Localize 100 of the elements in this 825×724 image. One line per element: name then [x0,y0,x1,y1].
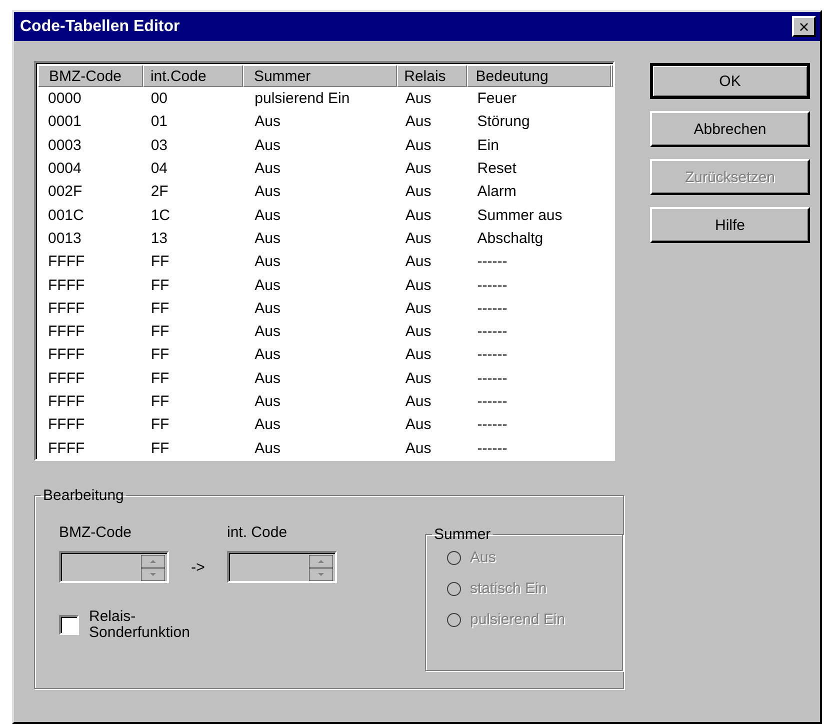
table-cell-text: Aus [254,346,282,364]
table-cell-text: ------ [476,370,508,387]
table-cell-text: 001C [47,206,85,224]
table-cell-text: ------ [476,323,508,340]
table-cell-text: ------ [476,253,508,270]
table-cell-text: Aus [254,113,282,130]
table-cell-text: 0003 [47,136,82,154]
table-cell-text: Aus [404,276,432,294]
table-cell-text: FFFF [47,253,86,270]
close-button[interactable]: × [792,16,816,37]
table-cell-text: Reset [476,160,518,178]
table-cell-text: ------ [476,440,508,457]
table-cell-text: FFFF [47,300,86,317]
table-cell-text: Aus [254,230,282,247]
table-cell-text: ------ [476,276,508,294]
table-cell-text: pulsierend Ein [254,90,351,108]
table-cell-text: FF [150,253,170,270]
table-cell-text: Aus [254,206,282,224]
table-cell-text: Aus [404,136,432,154]
table-cell-text: FFFF [47,276,86,294]
column-header[interactable]: Relais [397,65,467,87]
table-cell-text: 03 [150,136,168,154]
table-cell-text: FFFF [47,323,86,340]
dialog-button[interactable]: Abbrechen [650,111,810,147]
table-cell-text: Aus [404,183,432,200]
table-cell-text: FFFF [47,346,86,364]
table-cell-text: ------ [476,346,508,364]
table-cell-text: Aus [254,183,282,200]
table-cell-text: ------ [476,393,508,410]
table-cell-text: Aus [254,300,282,317]
table-cell-text: FF [150,393,170,410]
table-cell-text: ------ [476,300,508,317]
table-cell-text: Aus [404,370,432,387]
field-label: int. Code [227,524,288,541]
table-cell-text: FFFF [47,370,86,387]
table-cell-text: Aus [404,230,432,247]
column-header[interactable]: Summer [242,65,398,87]
table-cell-text: 0001 [47,113,82,130]
dialog-button[interactable]: OK [650,63,810,99]
table-cell-text: 0013 [47,230,82,247]
table-cell-text: Störung [476,113,531,130]
table-cell-text: FF [150,416,170,434]
table-cell-text: FF [150,440,170,457]
table-cell-text: Aus [254,440,282,457]
radio-icon [446,580,462,596]
table-cell-text: FF [150,276,170,294]
table-cell-text: 04 [150,160,168,178]
table-cell-text: Aus [404,206,432,224]
table-cell-text: 2F [150,183,170,200]
column-header[interactable]: int.Code [143,65,243,87]
column-header[interactable]: BMZ-Code [38,65,144,87]
table-cell-text: Aus [404,253,432,270]
radio-icon [446,612,462,628]
table-cell-text: Aus [254,416,282,434]
table-cell-text: Aus [254,276,282,294]
table-cell-text: Aus [404,440,432,457]
table-cell-text: Feuer [476,90,518,108]
table-cell-text: Aus [404,416,432,434]
table-cell-text: 1C [150,206,171,224]
checkbox-label: Relais- Sonderfunktion [89,609,190,641]
table-cell-text: Aus [404,323,432,340]
radio-icon [446,550,462,566]
checkbox[interactable] [59,615,79,635]
table-cell-text: FF [150,346,170,364]
table-cell-text: FF [150,323,170,340]
table-cell-text: Ein [476,136,500,154]
table-cell-text: 00 [150,90,168,108]
table-cell-text: FFFF [47,393,86,410]
table-cell-text: ------ [476,416,508,434]
table-cell-text: FFFF [47,440,86,457]
table-cell-text: FF [150,370,170,387]
table-cell-text: Aus [254,370,282,387]
group-title: Bearbeitung [42,487,125,504]
arrow-text: -> [190,558,206,576]
table-cell-text: Aus [254,323,282,340]
table-cell-text: Abschaltg [476,230,544,247]
table-cell-text: Aus [404,90,432,108]
table-cell-text: Aus [254,136,282,154]
table-cell-text: 13 [150,230,168,247]
window-title: Code-Tabellen Editor [20,18,180,36]
table-cell-text: 0000 [47,90,82,108]
field-label: BMZ-Code [59,524,133,541]
table-cell-text: FF [150,300,170,317]
table-cell-text: Aus [404,300,432,317]
table-cell-text: Aus [254,160,282,178]
table-cell-text: Aus [404,160,432,178]
table-cell-text: 002F [47,183,84,200]
table-cell-text: Aus [254,253,282,270]
table-cell-text: Aus [404,346,432,364]
dialog-button[interactable]: Hilfe [650,207,810,243]
table-cell-text: 01 [150,113,168,130]
table-cell-text: Aus [404,113,432,130]
table-cell-text: Aus [404,393,432,410]
group-title: Summer [433,526,492,543]
table-cell-text: 0004 [47,160,82,178]
column-header[interactable]: Bedeutung [466,65,611,87]
table-cell-text: Alarm [476,183,518,200]
table-cell-text: Aus [254,393,282,410]
table-cell-text: FFFF [47,416,86,434]
table-cell-text: Summer aus [476,206,564,224]
